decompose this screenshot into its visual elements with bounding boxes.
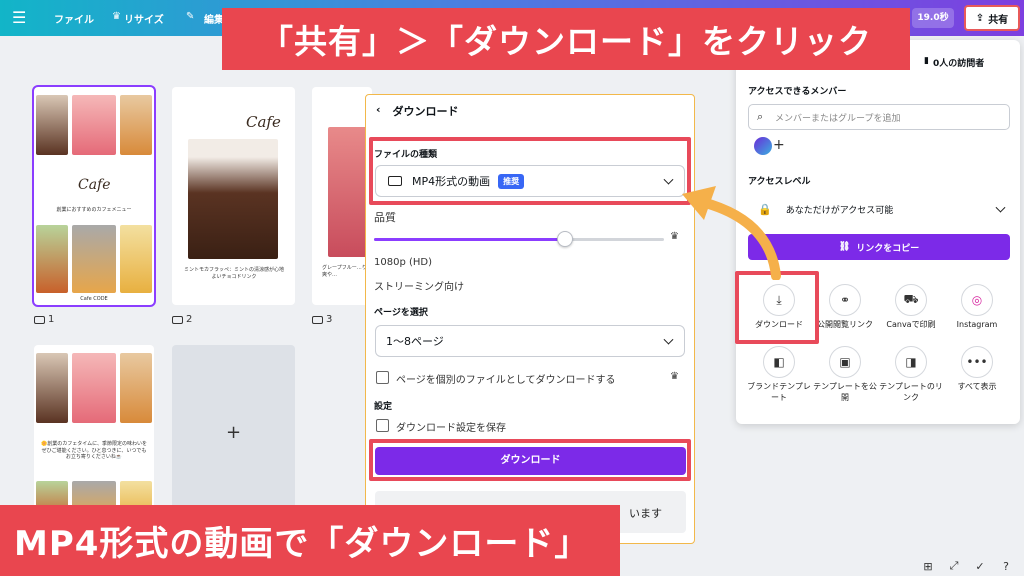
page-caption: ミントモカフラッペ：ミントの清涼感が心地よいチョコドリンク bbox=[183, 267, 284, 280]
link-icon: ⛓ bbox=[838, 242, 851, 252]
download-panel-title: ダウンロード bbox=[392, 105, 459, 118]
pages-value: 1〜8ページ bbox=[386, 335, 444, 348]
drink-image bbox=[188, 139, 278, 259]
grid-view-icon[interactable]: ⊞ bbox=[920, 558, 936, 574]
cafe-logo: Cafe bbox=[246, 113, 281, 131]
drink-image bbox=[72, 353, 116, 423]
save-settings-label: ダウンロード設定を保存 bbox=[396, 423, 506, 434]
page-number-3: 3 bbox=[312, 314, 332, 325]
bar-chart-icon: ▮ bbox=[924, 56, 929, 66]
curved-arrow bbox=[682, 186, 781, 280]
streaming-text: ストリーミング向け bbox=[374, 282, 464, 293]
option-publish-template[interactable]: ▣ テンプレートを公開 bbox=[810, 346, 880, 404]
upload-icon: ⇪ bbox=[975, 12, 985, 24]
info-text: います bbox=[629, 507, 662, 520]
drink-image bbox=[120, 225, 152, 293]
add-member-icon[interactable]: + bbox=[773, 137, 789, 155]
drink-image bbox=[72, 225, 116, 293]
page-number-1: 1 bbox=[34, 314, 54, 325]
file-type-label: ファイルの種類 bbox=[374, 150, 438, 160]
separate-files-checkbox[interactable] bbox=[376, 371, 389, 384]
recommended-badge: 推奨 bbox=[498, 173, 525, 189]
plus-icon: + bbox=[225, 422, 242, 443]
chevron-down-icon bbox=[663, 174, 674, 185]
chevron-down-icon bbox=[663, 334, 674, 345]
page-caption: 創業におすすめのカフェメニュー bbox=[56, 207, 132, 213]
help-icon[interactable]: ? bbox=[998, 558, 1014, 574]
video-page-icon bbox=[172, 315, 183, 324]
members-label: アクセスできるメンバー bbox=[748, 87, 847, 97]
option-show-all[interactable]: ••• すべて表示 bbox=[942, 346, 1012, 393]
drink-image bbox=[120, 95, 152, 155]
option-instagram[interactable]: ◎ Instagram bbox=[942, 284, 1012, 331]
download-button[interactable]: ダウンロード bbox=[375, 447, 686, 475]
crown-icon: ♛ bbox=[670, 231, 679, 242]
edit-menu[interactable]: 編集 bbox=[204, 11, 224, 26]
check-circle-icon[interactable]: ✓ bbox=[972, 558, 988, 574]
view-controls: ⊞ ⤢ ✓ ? bbox=[920, 558, 1014, 574]
drink-image bbox=[36, 225, 68, 293]
option-public-link[interactable]: ⚭ 公開閲覧リンク bbox=[810, 284, 880, 331]
resize-menu[interactable]: リサイズ bbox=[124, 11, 164, 26]
file-type-select[interactable]: MP4形式の動画 推奨 bbox=[375, 165, 685, 197]
page-caption: 🌼創業のカフェタイムに、季節限定の味わいをぜひご堪能ください。ひと息つきに、いつ… bbox=[41, 441, 147, 460]
template-icon: ◧ bbox=[763, 346, 795, 378]
more-icon: ••• bbox=[961, 346, 993, 378]
page-footer: Cafe CODE bbox=[80, 296, 108, 302]
instruction-banner-top: 「共有」＞「ダウンロード」をクリック bbox=[222, 8, 910, 70]
video-file-icon bbox=[388, 176, 402, 186]
link-icon: ⚭ bbox=[829, 284, 861, 316]
add-page-button[interactable]: + bbox=[172, 345, 295, 520]
avatar[interactable] bbox=[754, 137, 772, 155]
resolution-text: 1080p (HD) bbox=[374, 257, 432, 268]
option-print[interactable]: ⛟ Canvaで印刷 bbox=[876, 284, 946, 331]
drink-image bbox=[36, 353, 68, 423]
option-brand-template[interactable]: ◧ ブランドテンプレート bbox=[744, 346, 814, 404]
crown-icon: ♛ bbox=[112, 11, 121, 22]
share-label: 共有 bbox=[988, 14, 1009, 26]
truck-icon: ⛟ bbox=[895, 284, 927, 316]
quality-slider-thumb[interactable] bbox=[557, 231, 574, 247]
crown-icon: ♛ bbox=[670, 371, 679, 382]
page-thumbnail-4[interactable]: 🌼創業のカフェタイムに、季節限定の味わいをぜひご堪能ください。ひと息つきに、いつ… bbox=[34, 345, 154, 520]
quality-slider[interactable] bbox=[374, 231, 664, 247]
page-thumbnail-3[interactable]: グレープフルー…りの爽や… bbox=[312, 87, 372, 305]
expand-icon[interactable]: ⤢ bbox=[946, 558, 962, 574]
highlight-download-option bbox=[735, 271, 819, 344]
video-page-icon bbox=[34, 315, 45, 324]
instagram-icon: ◎ bbox=[961, 284, 993, 316]
quality-slider-fill bbox=[374, 238, 566, 241]
template-link-icon: ◨ bbox=[895, 346, 927, 378]
chevron-down-icon bbox=[995, 202, 1006, 213]
publish-icon: ▣ bbox=[829, 346, 861, 378]
drink-image bbox=[72, 95, 116, 155]
search-icon: ⌕ bbox=[757, 110, 764, 123]
instruction-banner-bottom: MP4形式の動画で「ダウンロード」 bbox=[0, 505, 620, 576]
option-template-link[interactable]: ◨ テンプレートのリンク bbox=[876, 346, 946, 404]
drink-image bbox=[120, 353, 152, 423]
visitors-count[interactable]: ▮ 0人の訪問者 bbox=[924, 56, 984, 69]
separate-files-label: ページを個別のファイルとしてダウンロードする bbox=[396, 375, 616, 386]
drink-image bbox=[36, 95, 68, 155]
page-thumbnail-2[interactable]: Cafe ミントモカフラッペ：ミントの清涼感が心地よいチョコドリンク bbox=[172, 87, 295, 305]
settings-label: 設定 bbox=[374, 402, 393, 412]
file-menu[interactable]: ファイル bbox=[54, 11, 94, 26]
pages-label: ページを選択 bbox=[374, 308, 428, 318]
duration-badge[interactable]: 19.0秒 bbox=[912, 8, 954, 28]
share-button[interactable]: ⇪ 共有 bbox=[964, 5, 1020, 31]
member-search-input[interactable]: ⌕ メンバーまたはグループを追加 bbox=[748, 104, 1010, 130]
pages-select[interactable]: 1〜8ページ bbox=[375, 325, 685, 357]
menu-icon[interactable]: ☰ bbox=[12, 8, 26, 27]
file-type-value: MP4形式の動画 bbox=[412, 175, 491, 188]
video-page-icon bbox=[312, 315, 323, 324]
save-settings-checkbox[interactable] bbox=[376, 419, 389, 432]
pencil-icon: ✎ bbox=[186, 11, 195, 22]
page-number-2: 2 bbox=[172, 314, 192, 325]
page-thumbnail-1[interactable]: Cafe 創業におすすめのカフェメニュー Cafe CODE bbox=[32, 85, 156, 307]
quality-label: 品質 bbox=[374, 211, 396, 224]
download-panel: ‹ ダウンロード ファイルの種類 MP4形式の動画 推奨 品質 ♛ 1080p … bbox=[365, 94, 695, 544]
cafe-logo: Cafe bbox=[78, 177, 111, 193]
back-arrow-icon[interactable]: ‹ bbox=[376, 103, 381, 119]
